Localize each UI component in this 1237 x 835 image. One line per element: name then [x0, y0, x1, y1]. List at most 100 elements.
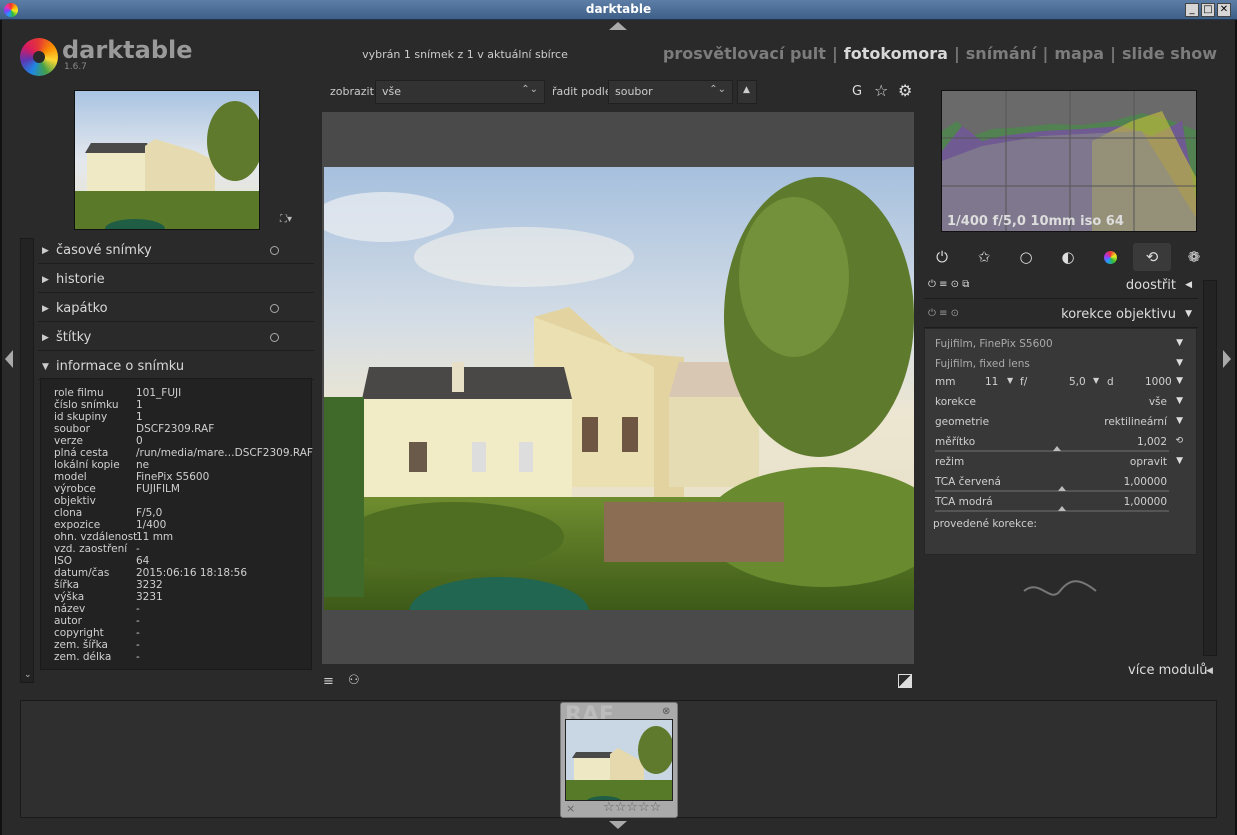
dropdown-icon: ▼ [1176, 376, 1183, 386]
f-select[interactable]: 5,0 [1069, 376, 1086, 388]
histogram-exif-info: 1/400 f/5,0 10mm iso 64 [947, 214, 1124, 229]
gear-icon[interactable]: ⚙ [898, 81, 912, 100]
right-panel-scrollbar[interactable] [1203, 280, 1217, 656]
corrections-select[interactable]: korekce vše ▼ [935, 396, 1187, 408]
mode-select[interactable]: režim opravit ▼ [935, 456, 1187, 468]
info-row: plná cesta/run/media/mare…DSCF2309.RAF [54, 447, 313, 459]
bottom-panel-toggle-icon[interactable] [609, 821, 627, 829]
overexposed-toggle-icon[interactable] [898, 674, 912, 688]
info-row: role filmu 101_FUJI [54, 387, 181, 399]
camera-select[interactable]: Fujifilm, FinePix S5600 ▼ [935, 338, 1187, 350]
info-value: 2015:06:16 18:18:56 [136, 567, 248, 579]
left-panel-toggle-icon[interactable] [5, 350, 13, 368]
styles-icon[interactable]: ⚇ [348, 673, 360, 688]
row-value: 1,002 [1136, 436, 1167, 448]
module-toggle-icon[interactable]: ⏻ ≡ ⊙ ⧉ [928, 279, 969, 290]
reset-icon[interactable] [270, 304, 279, 313]
lens-value: Fujifilm, fixed lens [935, 358, 1030, 370]
info-row: výška 3231 [54, 591, 163, 603]
slider-knob[interactable] [1053, 446, 1061, 451]
more-modules-arrow-icon[interactable]: ◀ [1206, 666, 1213, 676]
scale-track[interactable] [935, 446, 1169, 452]
close-button[interactable]: ✕ [1217, 3, 1231, 17]
color-icon[interactable] [1093, 243, 1127, 271]
top-panel-toggle-icon[interactable] [609, 22, 627, 30]
module-timeline[interactable]: ▶ časové snímky [38, 238, 314, 264]
view-map[interactable]: mapa [1054, 44, 1104, 63]
info-key: id skupiny [54, 411, 108, 423]
correct-icon[interactable]: ⟲ [1133, 243, 1171, 271]
module-history[interactable]: ▶ historie [38, 267, 314, 293]
navigation-thumbnail[interactable] [74, 90, 260, 230]
right-panel-toggle-icon[interactable] [1223, 350, 1231, 368]
altered-icon: ⊗ [662, 706, 671, 717]
info-row: šířka 3232 [54, 579, 163, 591]
info-value: 1 [136, 399, 143, 411]
view-lighttable[interactable]: prosvětlovací pult [663, 44, 826, 63]
zoom-fit-icon[interactable]: ⛶▾ [280, 214, 292, 225]
updown-icon: ⌃⌄ [521, 84, 538, 95]
star-rating[interactable]: ☆☆☆☆☆ [603, 800, 661, 815]
d-select[interactable]: 1000 [1145, 376, 1172, 388]
view-slideshow[interactable]: slide show [1122, 44, 1217, 63]
sort-direction-button[interactable]: ▲ [737, 80, 757, 104]
tone-icon[interactable]: ◐ [1051, 243, 1085, 271]
filmstrip-thumbnail[interactable]: RAF ⊗ × ☆☆☆☆☆ [560, 702, 678, 818]
info-key: zem. délka [54, 651, 112, 663]
maximize-button[interactable]: □ [1201, 3, 1215, 17]
ornament-icon [1023, 580, 1097, 596]
module-tags[interactable]: ▶ štítky [38, 325, 314, 351]
power-icon[interactable]: ⏻ [925, 243, 959, 271]
scale-slider[interactable]: měřítko 1,002 ⟲ [935, 436, 1187, 448]
module-label: historie [56, 272, 105, 287]
menu-icon[interactable]: ≡ [323, 674, 334, 689]
slider-knob[interactable] [1058, 506, 1066, 511]
module-image-information[interactable]: ▼ informace o snímku [38, 354, 314, 380]
tca-blue-track[interactable] [935, 506, 1169, 512]
reject-icon[interactable]: × [566, 802, 575, 815]
info-value: 0 [136, 435, 143, 447]
star-icon[interactable]: ✩ [967, 243, 1001, 271]
info-row: ohn. vzdálenost11 mm [54, 531, 173, 543]
left-panel-scrollbar[interactable]: ⌄ [20, 238, 34, 683]
darktable-logo [20, 38, 58, 76]
scroll-down-icon[interactable]: ⌄ [24, 670, 32, 680]
reset-icon[interactable] [270, 246, 279, 255]
sort-by-value: soubor [615, 85, 653, 98]
tca-red-track[interactable] [935, 486, 1169, 492]
module-toggle-icon[interactable]: ⏻ ≡ ⊙ [928, 308, 959, 319]
show-filter-select[interactable]: vše ⌃⌄ [375, 80, 545, 104]
more-modules-button[interactable]: více modulů [1128, 663, 1208, 678]
slider-knob[interactable] [1058, 486, 1066, 491]
auto-scale-icon[interactable]: ⟲ [1175, 436, 1183, 446]
view-tethering[interactable]: snímání [966, 44, 1037, 63]
row-label: korekce [935, 396, 976, 408]
module-colorpicker[interactable]: ▶ kapátko [38, 296, 314, 322]
mm-select[interactable]: 11 [985, 376, 998, 388]
row-label: režim [935, 456, 965, 468]
module-sharpen[interactable]: ⏻ ≡ ⊙ ⧉ doostřit ◀ [924, 273, 1198, 299]
reset-icon[interactable] [270, 333, 279, 342]
sort-by-select[interactable]: soubor ⌃⌄ [608, 80, 733, 104]
module-lens-correction[interactable]: ⏻ ≡ ⊙ korekce objektivu ▼ [924, 302, 1198, 328]
collapse-arrow-icon: ▼ [42, 362, 49, 372]
geometry-select[interactable]: geometrie rektilineární ▼ [935, 416, 1187, 428]
lens-select[interactable]: Fujifilm, fixed lens ▼ [935, 358, 1187, 370]
dropdown-icon: ▼ [1176, 456, 1183, 466]
row-value: vše [1148, 396, 1167, 408]
window-titlebar: darktable _ □ ✕ [0, 0, 1237, 20]
row-value: 1,00000 [1123, 476, 1167, 488]
info-key: datum/čas [54, 567, 110, 579]
info-key: verze [54, 435, 83, 447]
module-label: doostřit [1125, 278, 1176, 293]
main-image[interactable] [324, 167, 914, 610]
effect-icon[interactable]: ❁ [1177, 243, 1211, 271]
info-key: výška [54, 591, 85, 603]
grouping-button[interactable]: G [852, 84, 862, 99]
minimize-button[interactable]: _ [1185, 3, 1199, 17]
star-overlay-icon[interactable]: ☆ [874, 81, 888, 100]
circle-icon[interactable]: ○ [1009, 243, 1043, 271]
view-darkroom[interactable]: fotokomora [844, 44, 948, 63]
histogram[interactable] [941, 90, 1197, 232]
row-value: 1,00000 [1123, 496, 1167, 508]
